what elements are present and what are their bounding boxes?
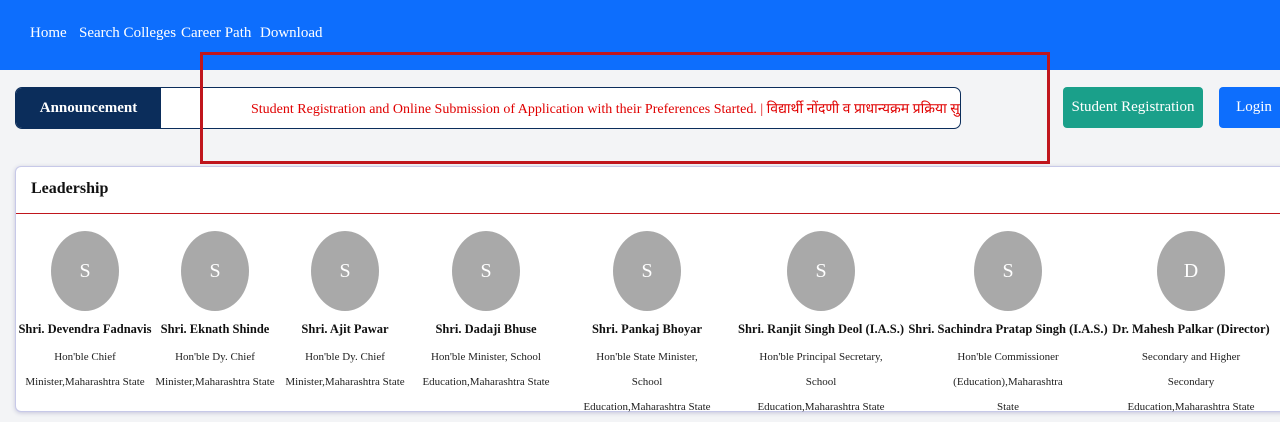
student-registration-button[interactable]: Student Registration [1063,87,1203,128]
login-button[interactable]: Login [1219,87,1280,128]
leader-role: Hon'ble Commissioner (Education),Maharas… [953,351,1063,413]
avatar: S [787,231,855,311]
nav-download-link[interactable]: Download [260,25,323,42]
leadership-title: Leadership [31,180,109,197]
nav-career-path-link[interactable]: Career Path [181,25,251,42]
leader-role: Hon'ble State Minister, School Education… [583,351,711,413]
nav-search-colleges-link[interactable]: Search Colleges [79,25,176,42]
leader-role: Hon'ble Minister, School Education,Mahar… [422,351,550,388]
avatar: D [1157,231,1225,311]
leader-role: Hon'ble Principal Secretary, School Educ… [757,351,885,413]
avatar: S [613,231,681,311]
leadership-card: Leadership S Shri. Devendra Fadnavis Hon… [15,166,1280,413]
avatar: S [974,231,1042,311]
avatar: S [452,231,520,311]
avatar: S [311,231,379,311]
nav-home-link[interactable]: Home [30,25,67,42]
highlight-annotation-box [200,52,1050,164]
leader-card: D Dr. Mahesh Palkar (Director) Secondary… [1081,231,1280,420]
leader-role: Secondary and Higher Secondary Education… [1127,351,1255,413]
leadership-card-header: Leadership [16,167,1280,214]
announcement-label: Announcement [16,88,161,128]
leader-name: Dr. Mahesh Palkar (Director) [1112,322,1270,336]
